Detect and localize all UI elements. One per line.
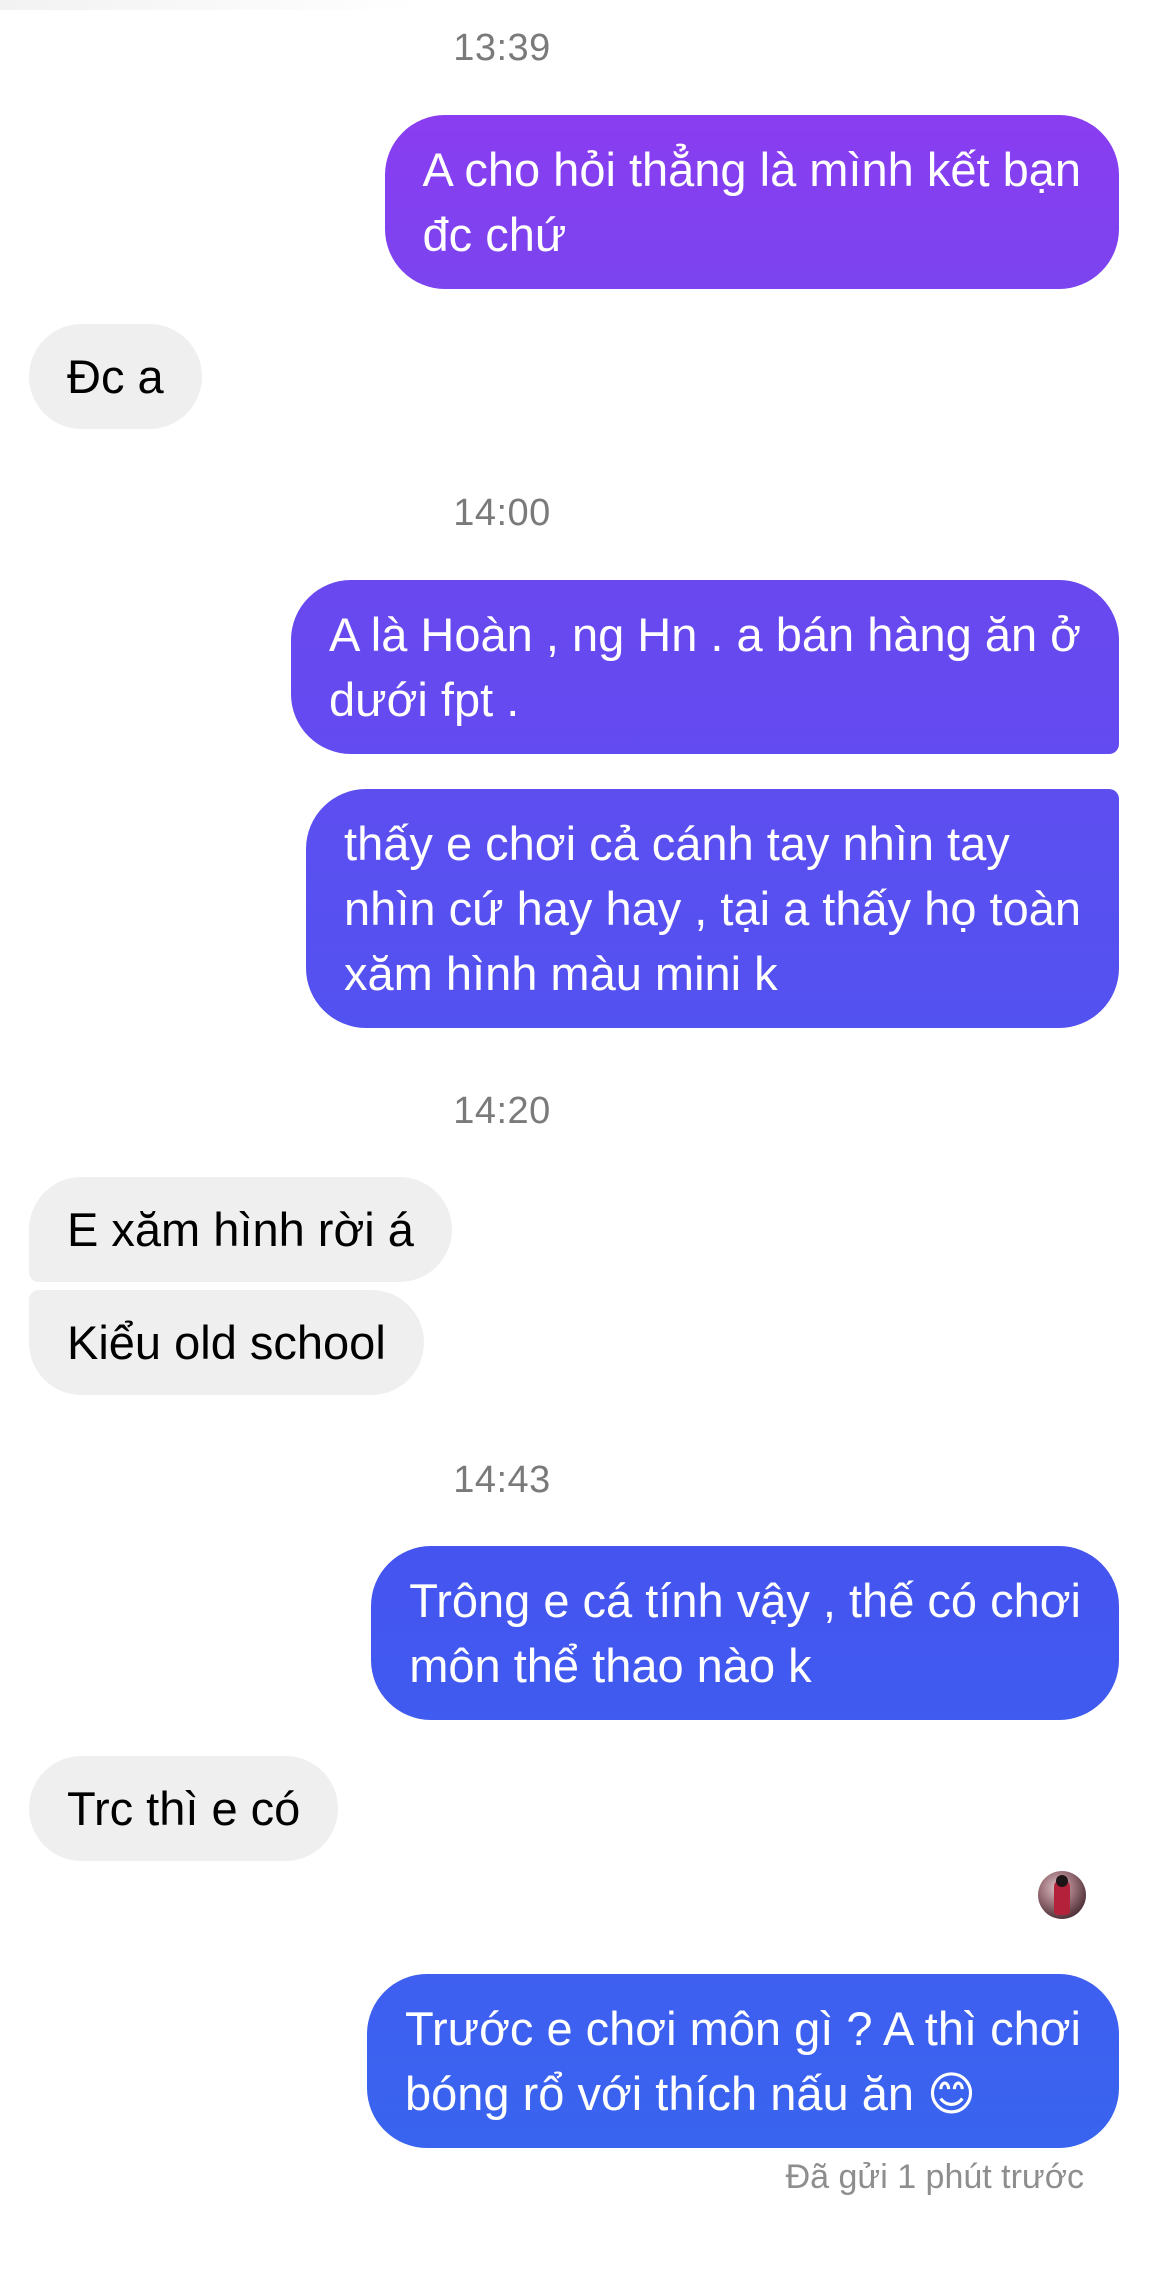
- outgoing-message[interactable]: A cho hỏi thẳng là mình kết bạn đc chứ: [384, 115, 1119, 289]
- message-text: dưới fpt .: [328, 673, 520, 726]
- outgoing-message[interactable]: A là Hoàn , ng Hn . a bán hàng ăn ở dưới…: [290, 580, 1119, 754]
- message-text: A cho hỏi thẳng là mình kết bạn: [422, 143, 1081, 196]
- outgoing-message[interactable]: thấy e chơi cả cánh tay nhìn tay nhìn cứ…: [306, 789, 1119, 1028]
- timestamp: 13:39: [453, 27, 551, 69]
- message-text: thấy e chơi cả cánh tay nhìn tay: [344, 817, 1010, 870]
- timestamp: 14:00: [453, 492, 551, 534]
- message-text: Trc thì e có: [67, 1782, 301, 1835]
- message-text: nhìn cứ hay hay , tại a thấy họ toàn: [344, 882, 1081, 935]
- sent-status: Đã gửi 1 phút trước: [785, 2158, 1084, 2196]
- timestamp: 14:20: [453, 1090, 551, 1132]
- message-text: Trước e chơi môn gì ? A thì chơi: [405, 2002, 1081, 2055]
- message-text: E xăm hình rời á: [67, 1203, 414, 1256]
- timestamp: 14:43: [453, 1459, 551, 1501]
- incoming-message[interactable]: E xăm hình rời á: [29, 1177, 452, 1282]
- message-text: môn thể thao nào k: [409, 1639, 812, 1692]
- message-text: đc chứ: [422, 208, 567, 261]
- avatar-head: [1056, 1875, 1068, 1887]
- message-text: bóng rổ với thích nấu ăn 😊: [405, 2067, 977, 2120]
- outgoing-message[interactable]: Trước e chơi môn gì ? A thì chơi bóng rổ…: [367, 1974, 1119, 2148]
- incoming-message[interactable]: Kiểu old school: [29, 1290, 424, 1395]
- incoming-message[interactable]: Đc a: [29, 324, 202, 429]
- message-text: Trông e cá tính vậy , thế có chơi: [409, 1574, 1081, 1627]
- message-text: Kiểu old school: [67, 1316, 386, 1369]
- incoming-message[interactable]: Trc thì e có: [29, 1756, 339, 1861]
- message-text: A là Hoàn , ng Hn . a bán hàng ăn ở: [328, 608, 1081, 661]
- message-text: xăm hình màu mini k: [344, 947, 778, 1000]
- seen-avatar[interactable]: [1038, 1871, 1086, 1919]
- outgoing-message[interactable]: Trông e cá tính vậy , thế có chơi môn th…: [371, 1546, 1119, 1720]
- top-edge-shadow: [0, 0, 420, 10]
- message-text: Đc a: [67, 350, 164, 403]
